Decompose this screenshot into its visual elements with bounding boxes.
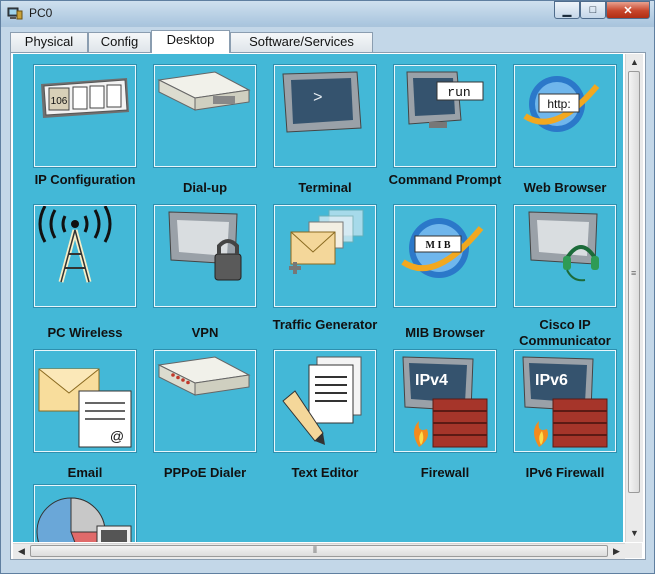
vertical-scroll-thumb[interactable]: ≡ (628, 71, 640, 493)
firewall-ipv4-badge: IPv4 (415, 372, 448, 389)
scroll-down-arrow[interactable]: ▼ (626, 526, 643, 541)
web-browser-icon: http: (523, 76, 600, 132)
email-icon: @ (38, 368, 132, 448)
close-button[interactable]: ✕ (606, 1, 650, 19)
pc0-window: PC0 ▁ □ ✕ Physical Config Desktop Softwa… (0, 0, 655, 574)
ipv6-firewall-label: IPv6 Firewall (525, 465, 605, 480)
ip-configuration-app[interactable]: 106 (33, 64, 137, 168)
email-app[interactable]: @ (33, 349, 137, 453)
cisco-ip-communicator-app[interactable] (513, 204, 617, 308)
dial-up-app[interactable] (153, 64, 257, 168)
tab-physical[interactable]: Physical (10, 32, 88, 52)
ip-configuration-icon: 106 (41, 78, 129, 118)
minimize-button[interactable]: ▁ (554, 1, 580, 19)
title-bar[interactable]: PC0 ▁ □ ✕ (1, 1, 654, 25)
ip-communicator-headset-icon (528, 211, 599, 282)
email-label: Email (67, 465, 103, 480)
maximize-button[interactable]: □ (580, 1, 606, 19)
command-prompt-app[interactable]: run (393, 64, 497, 168)
text-editor-icon (282, 356, 362, 445)
pc-wireless-label: PC Wireless (47, 325, 123, 340)
terminal-app[interactable]: > (273, 64, 377, 168)
desktop-app-grid: 106 IP Configuration Dial-up > Terminal … (13, 54, 623, 542)
ipv6-firewall-app[interactable]: IPv6 (513, 349, 617, 453)
scrollbar-corner (625, 543, 642, 558)
vpn-app[interactable] (153, 204, 257, 308)
terminal-label: Terminal (298, 180, 352, 195)
web-browser-badge: http: (547, 97, 570, 111)
firewall-app[interactable]: IPv4 (393, 349, 497, 453)
command-prompt-label: Command Prompt (388, 172, 502, 187)
pppoe-dialer-label: PPPoE Dialer (163, 465, 247, 480)
traffic-generator-label: Traffic Generator (272, 317, 378, 332)
web-browser-label: Web Browser (523, 180, 607, 195)
email-at-badge: @ (110, 428, 124, 444)
tab-config[interactable]: Config (88, 32, 151, 52)
firewall-icon: IPv4 (402, 356, 488, 448)
mib-browser-icon: M I B (401, 218, 484, 278)
vpn-label: VPN (191, 325, 219, 340)
mib-badge: M I B (426, 240, 451, 251)
wireless-tower-icon (38, 206, 112, 283)
horizontal-scrollbar[interactable]: ◀ ⦀ ▶ (13, 543, 625, 559)
tab-software-services[interactable]: Software/Services (230, 32, 373, 52)
vpn-lock-icon (168, 211, 242, 281)
dial-up-label: Dial-up (182, 180, 228, 195)
scroll-right-arrow[interactable]: ▶ (608, 544, 625, 559)
scroll-grip-icon: ≡ (631, 268, 637, 278)
terminal-icon: > (282, 71, 362, 133)
mib-browser-app[interactable]: M I B (393, 204, 497, 308)
cisco-ip-communicator-label: Cisco IP Communicator (519, 317, 611, 348)
web-browser-app[interactable]: http: (513, 64, 617, 168)
window-title: PC0 (29, 6, 53, 20)
firewall-ipv6-badge: IPv6 (535, 372, 568, 389)
terminal-prompt-badge: > (313, 89, 323, 107)
text-editor-app[interactable] (273, 349, 377, 453)
pppoe-dialer-app[interactable] (153, 349, 257, 453)
vertical-scrollbar[interactable]: ▲ ≡ ▼ (625, 54, 643, 542)
horizontal-scroll-thumb[interactable]: ⦀ (30, 545, 608, 557)
scroll-left-arrow[interactable]: ◀ (13, 544, 30, 559)
dial-up-modem-icon (157, 71, 251, 111)
traffic-generator-app[interactable] (273, 204, 377, 308)
hscroll-grip-icon: ⦀ (313, 545, 317, 555)
command-prompt-icon: run (406, 71, 484, 128)
pc-app-icon (7, 7, 23, 20)
pppoe-dialer-icon (157, 356, 251, 396)
pie-chart-app[interactable] (33, 484, 137, 542)
scroll-up-arrow[interactable]: ▲ (626, 55, 643, 70)
tab-desktop[interactable]: Desktop (151, 30, 230, 53)
ip-configuration-label: IP Configuration (34, 172, 136, 187)
mib-browser-label: MIB Browser (405, 325, 485, 340)
text-editor-label: Text Editor (291, 465, 359, 480)
command-prompt-badge: run (447, 85, 470, 100)
traffic-generator-icon (289, 209, 364, 274)
pie-chart-app-icon (36, 497, 132, 542)
firewall-label: Firewall (420, 465, 470, 480)
pc-wireless-app[interactable] (33, 204, 137, 308)
ip-config-badge: 106 (51, 96, 68, 107)
ipv6-firewall-icon: IPv6 (522, 356, 608, 448)
